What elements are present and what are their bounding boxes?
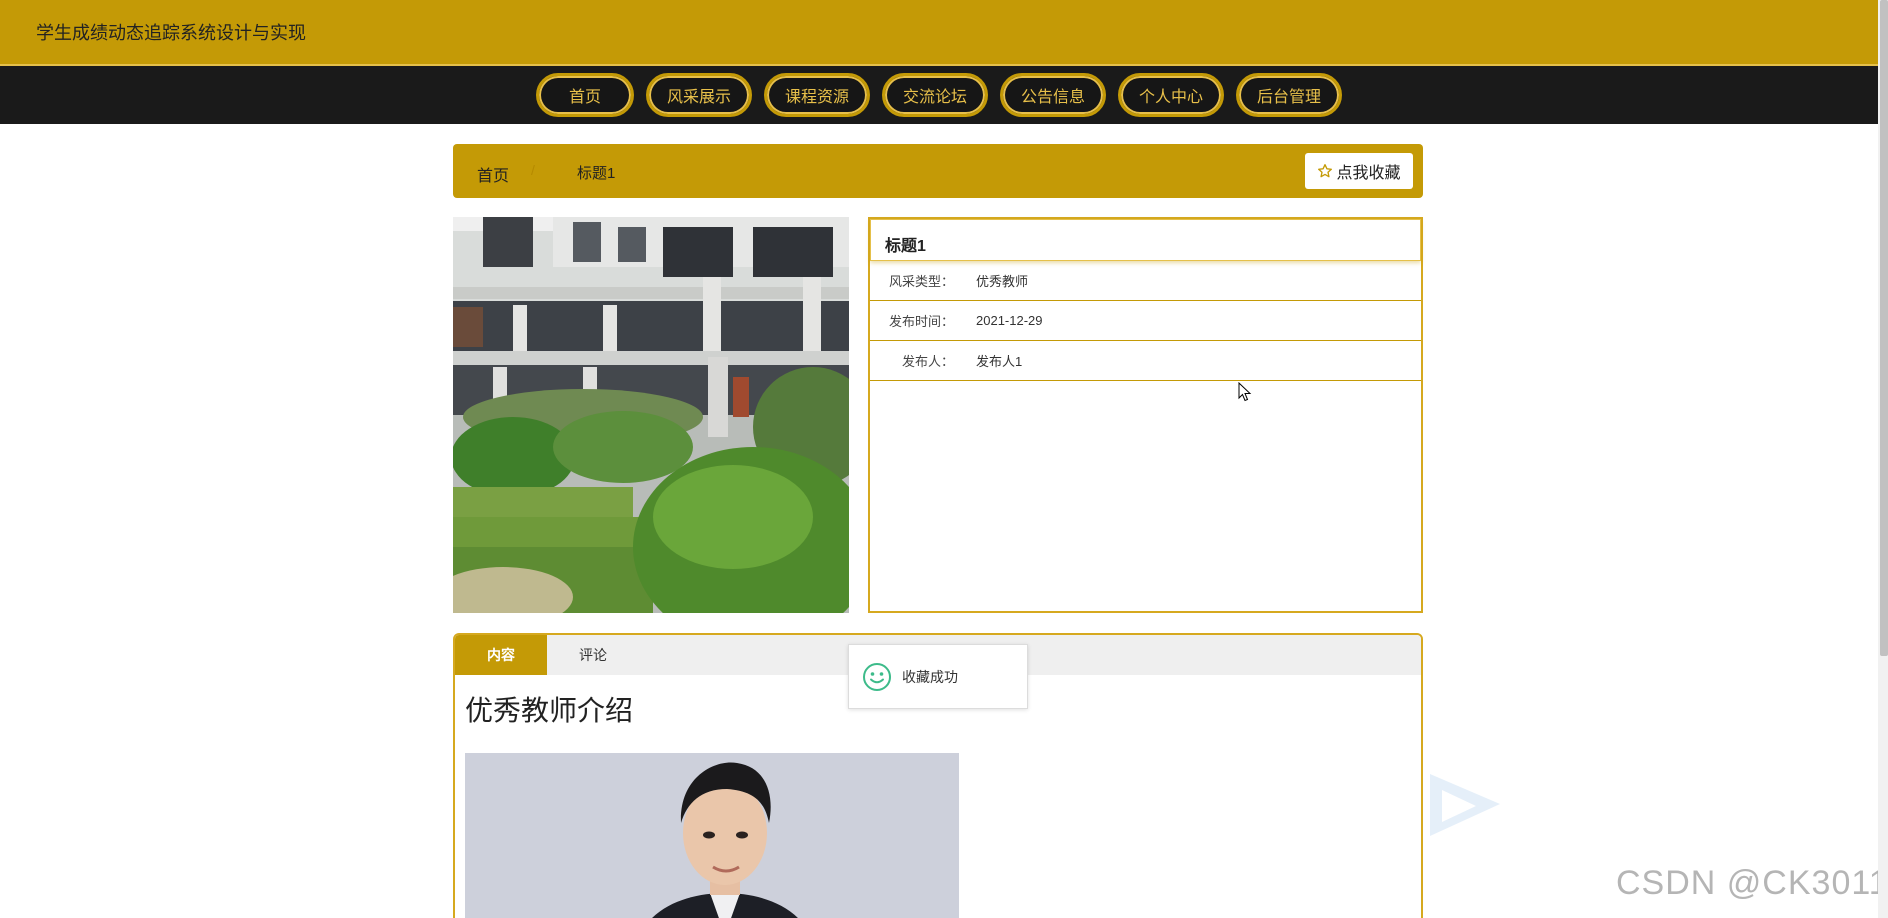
tab-comments[interactable]: 评论 xyxy=(547,635,639,675)
watermark-text: CSDN @CK3011 xyxy=(1616,864,1888,902)
nav-item-label: 个人中心 xyxy=(1139,89,1204,106)
campus-photo xyxy=(453,217,849,613)
main-nav: 首页 风采展示 课程资源 交流论坛 公告信息 个人中心 后台管理 xyxy=(0,66,1878,124)
breadcrumb: 首页 / 标题1 点我收藏 xyxy=(453,144,1423,198)
detail-row-publisher: 发布人： 发布人1 xyxy=(870,341,1421,381)
tab-content[interactable]: 内容 xyxy=(455,635,547,675)
breadcrumb-separator: / xyxy=(531,162,535,178)
detail-value: 优秀教师 xyxy=(976,274,1029,289)
breadcrumb-current: 标题1 xyxy=(577,165,616,182)
smiley-face-icon xyxy=(863,662,891,691)
content-heading: 优秀教师介绍 xyxy=(465,695,634,726)
site-header: 学生成绩动态追踪系统设计与实现 xyxy=(0,0,1878,66)
nav-item-announcements[interactable]: 公告信息 xyxy=(1000,73,1107,117)
detail-row-type: 风采类型： 优秀教师 xyxy=(870,261,1421,301)
nav-item-course-resources[interactable]: 课程资源 xyxy=(763,73,870,117)
detail-value: 2021-12-29 xyxy=(976,313,1043,328)
site-title: 学生成绩动态追踪系统设计与实现 xyxy=(36,23,306,43)
toast-notification: 收藏成功 xyxy=(848,644,1028,709)
detail-info-panel: 标题1 风采类型： 优秀教师 发布时间： 2021-12-29 发布人： 发布人… xyxy=(868,217,1423,613)
nav-item-forum[interactable]: 交流论坛 xyxy=(881,73,988,117)
nav-item-label: 课程资源 xyxy=(784,89,849,106)
nav-item-label: 后台管理 xyxy=(1257,89,1322,106)
nav-item-admin[interactable]: 后台管理 xyxy=(1236,73,1343,117)
detail-label: 风采类型： xyxy=(888,274,954,289)
breadcrumb-home-link[interactable]: 首页 xyxy=(477,162,509,186)
nav-item-personal-center[interactable]: 个人中心 xyxy=(1118,73,1225,117)
watermark-logo-icon xyxy=(1430,774,1500,836)
nav-item-home[interactable]: 首页 xyxy=(535,73,634,117)
detail-value: 发布人1 xyxy=(976,354,1023,369)
detail-label: 发布时间： xyxy=(888,314,954,329)
star-outline-icon xyxy=(1318,164,1333,178)
teacher-portrait xyxy=(465,753,959,918)
detail-label: 发布人： xyxy=(901,354,954,369)
nav-item-label: 首页 xyxy=(568,89,601,106)
detail-title: 标题1 xyxy=(870,219,1421,261)
detail-row-date: 发布时间： 2021-12-29 xyxy=(870,301,1421,341)
favorite-button[interactable]: 点我收藏 xyxy=(1305,153,1413,189)
nav-item-label: 风采展示 xyxy=(666,89,731,106)
nav-item-label: 交流论坛 xyxy=(902,89,967,106)
toast-message: 收藏成功 xyxy=(902,668,958,685)
nav-item-showcase[interactable]: 风采展示 xyxy=(645,73,752,117)
viewport: 学生成绩动态追踪系统设计与实现 首页 风采展示 课程资源 交流论坛 公告信息 个… xyxy=(0,0,1888,918)
nav-item-label: 公告信息 xyxy=(1021,89,1086,106)
mouse-pointer-icon xyxy=(1238,382,1252,402)
scrollbar-thumb[interactable] xyxy=(1880,0,1888,656)
favorite-button-label: 点我收藏 xyxy=(1336,165,1401,182)
